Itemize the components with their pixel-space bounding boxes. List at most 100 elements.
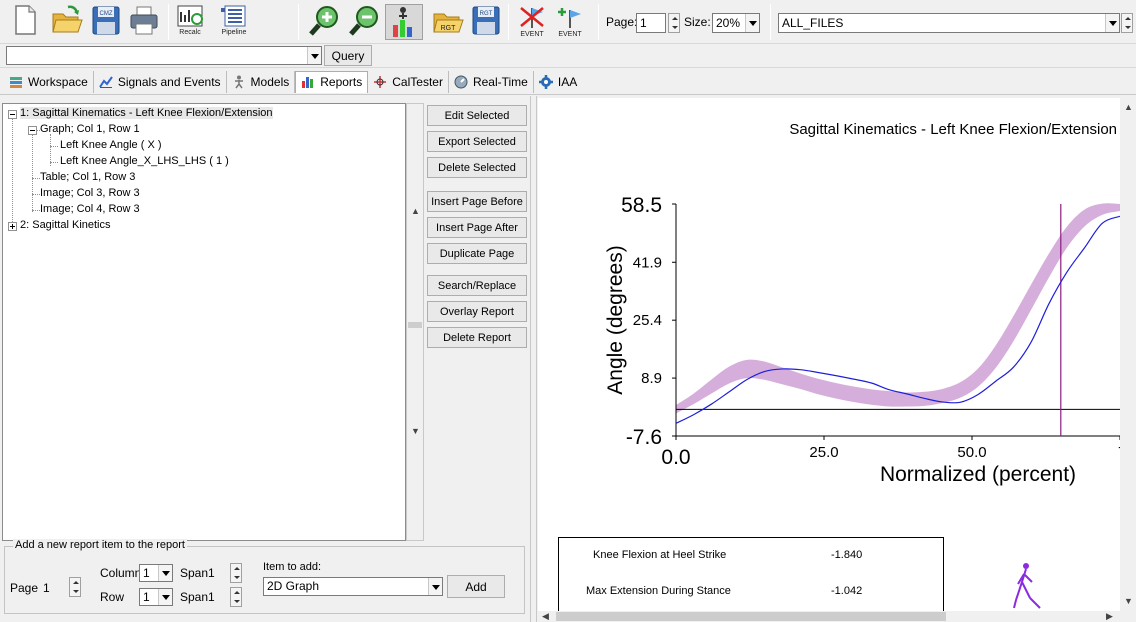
insert-page-after-button[interactable]: Insert Page After bbox=[427, 217, 527, 238]
tree-item-image[interactable]: Image; Col 3, Row 3 bbox=[40, 187, 140, 199]
gait-figure-image bbox=[1013, 563, 1041, 609]
tab-iaa[interactable]: IAA bbox=[534, 71, 582, 93]
delete-report-button[interactable]: Delete Report bbox=[427, 327, 527, 348]
tree-expand-toggle[interactable] bbox=[8, 222, 17, 231]
tree-item-graph[interactable]: Graph; Col 1, Row 1 bbox=[40, 123, 140, 135]
x-tick-label: 50.0 bbox=[957, 444, 986, 461]
pipeline-button[interactable]: Pipeline bbox=[216, 4, 252, 40]
new-file-button[interactable] bbox=[10, 4, 40, 40]
chart-person-icon bbox=[393, 7, 412, 37]
tree-item-image[interactable]: Image; Col 4, Row 3 bbox=[40, 203, 140, 215]
span-col-value: 1 bbox=[208, 566, 215, 580]
tab-workspace[interactable]: Workspace bbox=[4, 70, 94, 93]
scroll-up-icon[interactable]: ▲ bbox=[1124, 102, 1133, 112]
span-row-spinner[interactable] bbox=[230, 587, 242, 607]
search-replace-button[interactable]: Search/Replace bbox=[427, 275, 527, 296]
tree-scrollbar[interactable]: ▲ ▼ bbox=[406, 103, 424, 541]
size-dropdown[interactable]: 20% bbox=[712, 13, 760, 33]
x-axis-label: Normalized (percent) bbox=[880, 463, 1076, 486]
svg-text:CMZ: CMZ bbox=[100, 11, 113, 17]
print-button[interactable] bbox=[128, 4, 160, 40]
open-folder-icon bbox=[52, 5, 83, 33]
filter-spinner[interactable] bbox=[1121, 13, 1133, 33]
table-cell-label: Knee Flexion at Heel Strike bbox=[593, 549, 727, 561]
signals-icon bbox=[98, 75, 113, 88]
add-report-item-group: Add a new report item to the report Page… bbox=[4, 539, 525, 614]
overlay-report-button[interactable]: Overlay Report bbox=[427, 301, 527, 322]
report-tree[interactable]: 1: Sagittal Kinematics - Left Knee Flexi… bbox=[2, 103, 406, 541]
tab-signals-and-events[interactable]: Signals and Events bbox=[94, 70, 227, 93]
page-spinner[interactable] bbox=[69, 577, 81, 597]
scroll-down-icon[interactable]: ▼ bbox=[411, 426, 420, 436]
row-label: Row bbox=[100, 590, 125, 604]
x-tick-label: 0.0 bbox=[661, 446, 690, 469]
event-add-button[interactable]: EVENT bbox=[552, 4, 588, 40]
column-label: Column bbox=[100, 566, 142, 580]
printer-icon bbox=[130, 6, 158, 35]
scroll-up-icon[interactable]: ▲ bbox=[411, 206, 420, 216]
y-tick-label: -7.6 bbox=[626, 426, 662, 449]
query-dropdown[interactable] bbox=[6, 46, 322, 65]
report-view-toggle[interactable] bbox=[385, 4, 423, 40]
tree-item-table[interactable]: Table; Col 1, Row 3 bbox=[40, 171, 135, 183]
tree-item-page-1[interactable]: 1: Sagittal Kinematics - Left Knee Flexi… bbox=[20, 107, 273, 119]
duplicate-page-button[interactable]: Duplicate Page bbox=[427, 243, 527, 264]
summary-table: Knee Flexion at Heel Strike -1.840 Max E… bbox=[558, 537, 944, 617]
query-row: Query bbox=[0, 44, 1136, 68]
tree-item-page-2[interactable]: 2: Sagittal Kinetics bbox=[20, 219, 111, 231]
main-toolbar: CMZ Recalc Pipeline RGT RGT EVENT EVENT … bbox=[0, 0, 1136, 44]
recalc-button[interactable]: Recalc bbox=[172, 4, 208, 40]
models-icon bbox=[234, 75, 243, 88]
event-remove-button[interactable]: EVENT bbox=[514, 4, 550, 40]
new-file-icon bbox=[15, 5, 36, 35]
scroll-down-icon[interactable]: ▼ bbox=[1124, 596, 1133, 606]
edit-selected-button[interactable]: Edit Selected bbox=[427, 105, 527, 126]
report-vertical-scrollbar[interactable]: ▲ ▼ bbox=[1120, 98, 1136, 611]
table-cell-value: -1.042 bbox=[831, 585, 863, 597]
page-number-input[interactable]: 1 bbox=[636, 13, 666, 33]
tab-models[interactable]: Models bbox=[227, 70, 296, 93]
knee-angle-chart: Sagittal Kinematics - Left Knee Flexion/… bbox=[604, 121, 1120, 486]
y-tick-label: 25.4 bbox=[633, 312, 662, 329]
item-to-add-label: Item to add: bbox=[263, 561, 322, 573]
open-rgt-icon: RGT bbox=[433, 13, 464, 33]
y-axis-label: Angle (degrees) bbox=[604, 245, 627, 394]
insert-page-before-button[interactable]: Insert Page Before bbox=[427, 191, 527, 212]
item-type-dropdown[interactable]: 2D Graph bbox=[263, 577, 443, 596]
table-row: Max Extension During Stance -1.042 bbox=[559, 585, 943, 599]
tree-collapse-toggle[interactable] bbox=[8, 110, 17, 119]
zoom-in-button[interactable] bbox=[306, 4, 342, 40]
query-button[interactable]: Query bbox=[324, 45, 372, 66]
row-dropdown[interactable]: 1 bbox=[139, 588, 173, 606]
file-filter-dropdown[interactable]: ALL_FILES bbox=[778, 13, 1120, 33]
tab-caltester[interactable]: CalTester bbox=[368, 70, 449, 93]
save-cmz-button[interactable]: CMZ bbox=[90, 4, 122, 40]
column-dropdown[interactable]: 1 bbox=[139, 564, 173, 582]
tree-item-signal[interactable]: Left Knee Angle_X_LHS_LHS ( 1 ) bbox=[60, 155, 229, 167]
report-horizontal-scrollbar[interactable]: ◀ ▶ bbox=[538, 611, 1120, 622]
event-flag-remove-icon bbox=[520, 7, 544, 28]
zoom-out-button[interactable] bbox=[346, 4, 382, 40]
span-label: Span bbox=[180, 590, 209, 604]
table-row: Knee Flexion at Heel Strike -1.840 bbox=[559, 549, 943, 563]
tree-collapse-toggle[interactable] bbox=[28, 126, 37, 135]
tab-real-time[interactable]: Real-Time bbox=[449, 70, 534, 93]
open-rgt-button[interactable]: RGT bbox=[430, 4, 466, 40]
page-spinner[interactable] bbox=[668, 13, 680, 33]
y-tick-label: 41.9 bbox=[633, 254, 662, 271]
panel-splitter[interactable] bbox=[530, 96, 537, 622]
save-disk-icon: CMZ bbox=[92, 6, 120, 35]
tab-reports[interactable]: Reports bbox=[295, 70, 369, 93]
recalc-icon bbox=[177, 5, 203, 27]
save-rgt-button[interactable]: RGT bbox=[470, 4, 502, 40]
delete-selected-button[interactable]: Delete Selected bbox=[427, 157, 527, 178]
page-label: Page bbox=[10, 581, 39, 595]
open-file-button[interactable] bbox=[50, 4, 84, 40]
report-preview: Sagittal Kinematics - Left Knee Flexion/… bbox=[538, 98, 1120, 611]
scroll-right-icon[interactable]: ▶ bbox=[1106, 611, 1113, 622]
span-column-spinner[interactable] bbox=[230, 563, 242, 583]
scroll-left-icon[interactable]: ◀ bbox=[542, 611, 549, 622]
add-item-button[interactable]: Add bbox=[447, 575, 505, 598]
tree-item-signal[interactable]: Left Knee Angle ( X ) bbox=[60, 139, 162, 151]
export-selected-button[interactable]: Export Selected bbox=[427, 131, 527, 152]
